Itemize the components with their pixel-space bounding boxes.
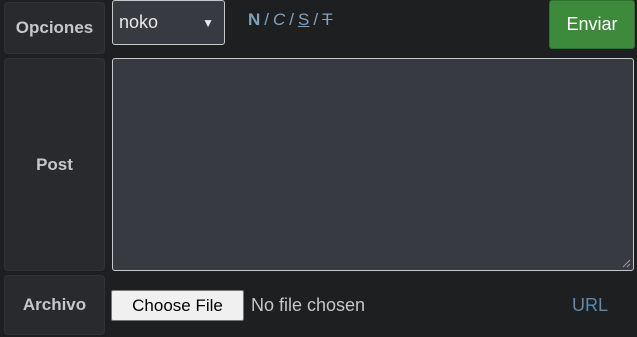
options-select[interactable]: noko ▼: [112, 0, 225, 45]
options-select-value: noko: [119, 12, 159, 32]
file-status-text: No file chosen: [251, 295, 366, 315]
bold-button[interactable]: N: [248, 10, 260, 29]
post-form: Opciones noko ▼ N / C / S / T Enviar Post Arch…: [0, 0, 637, 337]
post-label: Post: [4, 58, 105, 271]
choose-file-button[interactable]: Choose File: [111, 290, 244, 321]
submit-button[interactable]: Enviar: [549, 0, 635, 49]
options-label: Opciones: [4, 2, 105, 54]
post-textarea[interactable]: [112, 58, 634, 271]
italic-button[interactable]: C: [273, 10, 285, 29]
chevron-down-icon: ▼: [202, 16, 214, 30]
format-separator: /: [313, 10, 319, 29]
format-toolbar: N / C / S / T: [248, 10, 333, 30]
file-label: Archivo: [4, 275, 105, 335]
underline-button[interactable]: S: [298, 10, 309, 29]
resize-handle-icon[interactable]: [621, 258, 631, 268]
format-separator: /: [289, 10, 295, 29]
url-link[interactable]: URL: [572, 295, 608, 316]
strikethrough-button[interactable]: T: [322, 10, 332, 29]
format-separator: /: [264, 10, 270, 29]
